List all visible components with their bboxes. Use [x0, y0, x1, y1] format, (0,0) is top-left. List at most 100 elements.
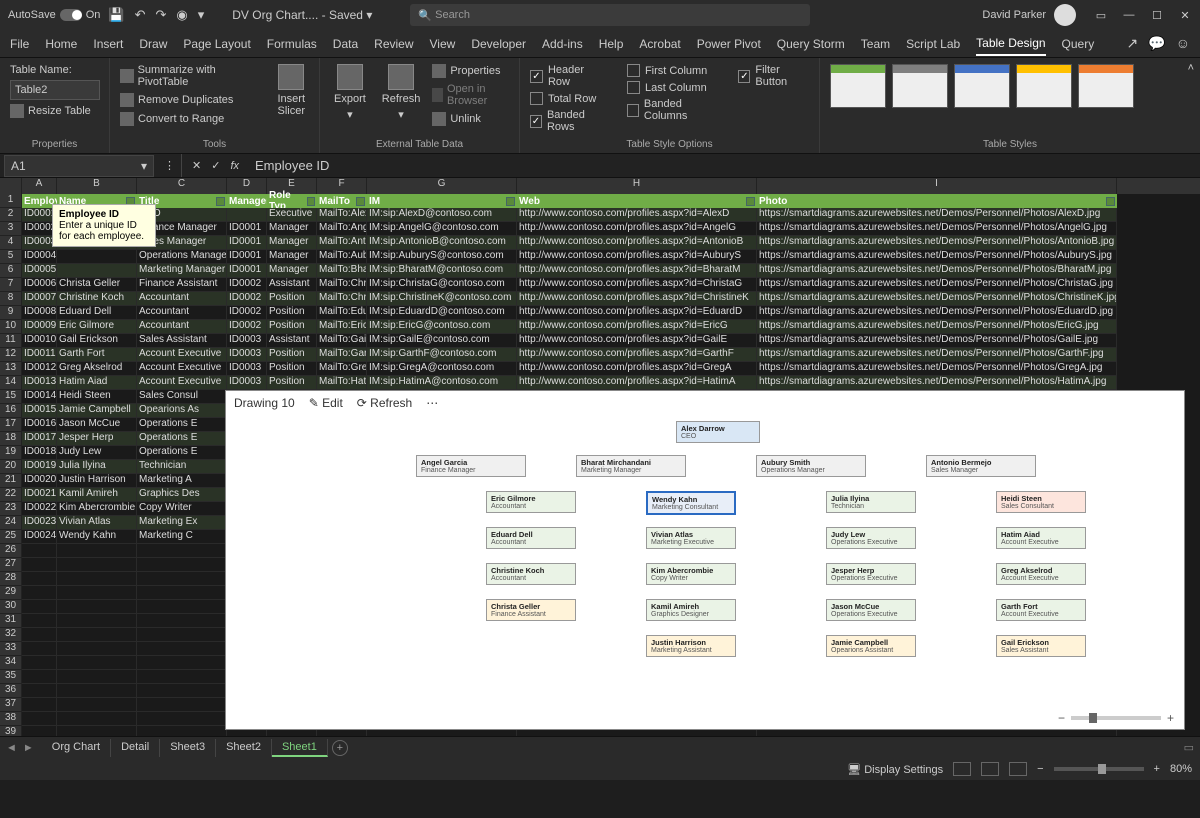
collapse-ribbon-icon[interactable]: ˄	[1188, 62, 1194, 74]
cell[interactable]: http://www.contoso.com/profiles.aspx?id=…	[517, 334, 757, 348]
cell[interactable]: http://www.contoso.com/profiles.aspx?id=…	[517, 278, 757, 292]
cell[interactable]: Position	[267, 306, 317, 320]
row-head[interactable]: 27	[0, 558, 22, 572]
cell[interactable]	[22, 712, 57, 726]
cell[interactable]: Manager	[267, 222, 317, 236]
cancel-formula-icon[interactable]: ✕	[192, 159, 201, 172]
cell[interactable]: Wendy Kahn	[57, 530, 137, 544]
org-node[interactable]: Jamie CampbellOpearions Assistant	[826, 635, 916, 657]
cell[interactable]: Marketing A	[137, 474, 227, 488]
row-head[interactable]: 13	[0, 362, 22, 376]
tab-help[interactable]: Help	[599, 33, 624, 55]
cell[interactable]: http://www.contoso.com/profiles.aspx?id=…	[517, 236, 757, 250]
cell[interactable]: Eric Gilmore	[57, 320, 137, 334]
cell[interactable]	[137, 614, 227, 628]
cell[interactable]: IM:sip:EricG@contoso.com	[367, 320, 517, 334]
cell[interactable]: IM:sip:AlexD@contoso.com	[367, 208, 517, 222]
row-head[interactable]: 1	[0, 194, 22, 208]
cell[interactable]	[22, 684, 57, 698]
cell[interactable]: Operations E	[137, 446, 227, 460]
cell[interactable]: Position	[267, 376, 317, 390]
org-node[interactable]: Vivian AtlasMarketing Executive	[646, 527, 736, 549]
row-head[interactable]: 32	[0, 628, 22, 642]
cell[interactable]	[57, 726, 137, 736]
remove-dupes-button[interactable]: Remove Duplicates	[120, 91, 265, 109]
avatar[interactable]	[1054, 4, 1076, 26]
org-node[interactable]: Antonio BermejoSales Manager	[926, 455, 1036, 477]
cell[interactable]: https://smartdiagrams.azurewebsites.net/…	[757, 306, 1117, 320]
cell[interactable]: Operations E	[137, 432, 227, 446]
row-head[interactable]: 2	[0, 208, 22, 222]
cell[interactable]: Accountant	[137, 320, 227, 334]
banded-cols-check[interactable]: Banded Columns	[627, 96, 720, 124]
org-node[interactable]: Angel GarciaFinance Manager	[416, 455, 526, 477]
org-node[interactable]: Hatim AiadAccount Executive	[996, 527, 1086, 549]
row-head[interactable]: 25	[0, 530, 22, 544]
cell[interactable]	[137, 586, 227, 600]
col-head[interactable]: D	[227, 178, 267, 194]
filter-button-check[interactable]: ✓Filter Button	[738, 62, 809, 90]
namebox-more-icon[interactable]: ⋮	[158, 159, 181, 172]
tab-query[interactable]: Query	[1062, 33, 1095, 55]
cell[interactable]	[57, 614, 137, 628]
zoom-out-icon[interactable]: −	[1058, 711, 1065, 725]
cell[interactable]: IM:sip:GregA@contoso.com	[367, 362, 517, 376]
sheet-tab-sheet3[interactable]: Sheet3	[160, 739, 216, 757]
row-head[interactable]: 9	[0, 306, 22, 320]
cell[interactable]: IM:sip:AntonioB@contoso.com	[367, 236, 517, 250]
cell[interactable]	[22, 558, 57, 572]
cell[interactable]: MailTo:Alex	[317, 208, 367, 222]
cell[interactable]: http://www.contoso.com/profiles.aspx?id=…	[517, 376, 757, 390]
row-head[interactable]: 23	[0, 502, 22, 516]
cell[interactable]: IM:sip:AuburyS@contoso.com	[367, 250, 517, 264]
tab-query-storm[interactable]: Query Storm	[777, 33, 845, 55]
row-head[interactable]: 33	[0, 642, 22, 656]
cell[interactable]: ID0003	[227, 362, 267, 376]
cell[interactable]: Manager	[267, 250, 317, 264]
cell[interactable]	[57, 544, 137, 558]
cell[interactable]: http://www.contoso.com/profiles.aspx?id=…	[517, 264, 757, 278]
cell[interactable]: IM:sip:ChristaG@contoso.com	[367, 278, 517, 292]
row-head[interactable]: 3	[0, 222, 22, 236]
cell[interactable]: Position	[267, 292, 317, 306]
close-icon[interactable]: ✕	[1178, 9, 1192, 22]
row-head[interactable]: 34	[0, 656, 22, 670]
zoom-slider[interactable]	[1071, 716, 1161, 720]
cell[interactable]	[22, 614, 57, 628]
cell[interactable]: ID0020	[22, 474, 57, 488]
cell[interactable]: ID0001	[227, 236, 267, 250]
table-props-button[interactable]: Properties	[432, 62, 509, 80]
cell[interactable]: ID0014	[22, 390, 57, 404]
cell[interactable]: ID0003	[227, 348, 267, 362]
user-name[interactable]: David Parker	[982, 9, 1046, 21]
table-style-swatch[interactable]	[892, 64, 948, 108]
total-row-check[interactable]: Total Row	[530, 90, 609, 107]
tab-review[interactable]: Review	[374, 33, 413, 55]
cell[interactable]: IM:sip:EduardD@contoso.com	[367, 306, 517, 320]
row-head[interactable]: 20	[0, 460, 22, 474]
cell[interactable]: ID0017	[22, 432, 57, 446]
cell[interactable]: ID0019	[22, 460, 57, 474]
drawing-zoom[interactable]: − +	[1058, 711, 1174, 725]
cell[interactable]: ID0005	[22, 264, 57, 278]
cell[interactable]: Account Executive	[137, 348, 227, 362]
cell[interactable]: ID0022	[22, 502, 57, 516]
zoom-out-icon[interactable]: −	[1037, 763, 1043, 775]
cell[interactable]: Eduard Dell	[57, 306, 137, 320]
cell[interactable]: ID0012	[22, 362, 57, 376]
cell[interactable]: IM:sip:HatimA@contoso.com	[367, 376, 517, 390]
cell[interactable]: https://smartdiagrams.azurewebsites.net/…	[757, 208, 1117, 222]
edit-button[interactable]: ✎ Edit	[309, 396, 343, 410]
cell[interactable]: Garth Fort	[57, 348, 137, 362]
cell[interactable]: https://smartdiagrams.azurewebsites.net/…	[757, 264, 1117, 278]
tab-acrobat[interactable]: Acrobat	[639, 33, 680, 55]
cell[interactable]: ID0002	[227, 320, 267, 334]
cell[interactable]: https://smartdiagrams.azurewebsites.net/…	[757, 320, 1117, 334]
drawing-more-icon[interactable]: ⋯	[426, 396, 438, 410]
cell[interactable]	[22, 572, 57, 586]
cell[interactable]: ID0003	[227, 376, 267, 390]
cell[interactable]: Assistant	[267, 278, 317, 292]
cell[interactable]: https://smartdiagrams.azurewebsites.net/…	[757, 334, 1117, 348]
cell[interactable]: ID0016	[22, 418, 57, 432]
cell[interactable]: Manager	[267, 236, 317, 250]
